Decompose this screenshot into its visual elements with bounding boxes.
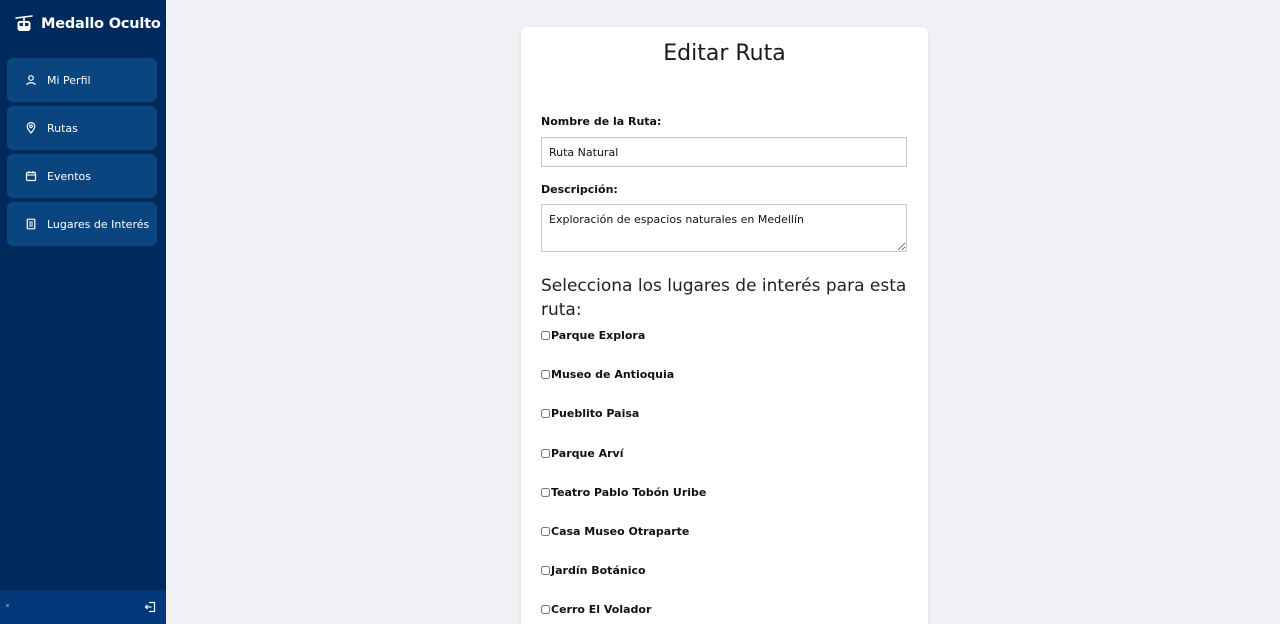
place-label[interactable]: Parque Arví [551, 447, 624, 460]
place-checkbox-teatro-pablo-tobon-uribe[interactable] [541, 487, 550, 497]
place-label[interactable]: Parque Explora [551, 329, 645, 342]
map-pin-icon [25, 122, 37, 134]
place-label[interactable]: Teatro Pablo Tobón Uribe [551, 486, 706, 499]
list-item: Casa Museo Otraparte [541, 521, 908, 560]
sidebar-item-mi-perfil[interactable]: Mi Perfil [7, 58, 157, 102]
app-title: Medallo Oculto [41, 16, 161, 32]
sidebar-footer [0, 590, 166, 624]
place-checkbox-parque-explora[interactable] [541, 331, 550, 340]
sidebar-item-eventos[interactable]: Eventos [7, 154, 157, 198]
sidebar-nav: Mi Perfil Rutas Eventos Lugares de Inter… [0, 48, 166, 246]
app-root: Medallo Oculto Mi Perfil Rutas Eventos L… [0, 0, 1280, 624]
list-item: Museo de Antioquia [541, 364, 908, 403]
cable-car-icon [15, 15, 33, 33]
sidebar-item-rutas[interactable]: Rutas [7, 106, 157, 150]
sidebar-item-label: Eventos [47, 169, 91, 183]
list-item: Pueblito Paisa [541, 403, 908, 442]
brand[interactable]: Medallo Oculto [0, 0, 166, 48]
place-label[interactable]: Museo de Antioquia [551, 368, 674, 381]
place-checkbox-pueblito-paisa[interactable] [541, 409, 550, 419]
user-icon [25, 74, 37, 86]
sidebar-item-label: Lugares de Interés [47, 217, 150, 231]
list-item: Parque Explora [541, 325, 908, 364]
route-name-input[interactable] [541, 137, 907, 167]
list-item: Parque Arví [541, 443, 908, 482]
places-heading: Selecciona los lugares de interés para e… [541, 276, 907, 320]
logout-button[interactable] [144, 601, 156, 613]
place-checkbox-casa-museo-otraparte[interactable] [541, 526, 550, 536]
place-checkbox-cerro-el-volador[interactable] [541, 605, 550, 615]
list-item: Teatro Pablo Tobón Uribe [541, 482, 908, 521]
sidebar-item-label: Mi Perfil [47, 73, 91, 87]
place-label[interactable]: Pueblito Paisa [551, 407, 639, 420]
list-item: Cerro El Volador [541, 599, 908, 624]
route-name-label: Nombre de la Ruta: [541, 115, 662, 128]
places-list: Parque Explora Museo de Antioquia Puebli… [541, 325, 908, 624]
edit-route-card: Editar Ruta Nombre de la Ruta: Descripci… [521, 27, 928, 624]
sidebar: Medallo Oculto Mi Perfil Rutas Eventos L… [0, 0, 166, 624]
place-checkbox-parque-arvi[interactable] [541, 448, 550, 458]
place-checkbox-museo-de-antioquia[interactable] [541, 370, 550, 380]
description-textarea[interactable]: Exploración de espacios naturales en Med… [541, 204, 907, 252]
description-label: Descripción: [541, 183, 618, 196]
calendar-icon [25, 170, 37, 182]
logout-icon [144, 601, 156, 613]
place-label[interactable]: Cerro El Volador [551, 603, 651, 616]
document-icon [25, 218, 37, 230]
footer-dot [6, 604, 9, 607]
place-label[interactable]: Jardín Botánico [551, 564, 646, 577]
list-item: Jardín Botánico [541, 560, 908, 599]
place-checkbox-jardin-botanico[interactable] [541, 566, 550, 576]
sidebar-item-lugares-de-interes[interactable]: Lugares de Interés [7, 202, 157, 246]
sidebar-item-label: Rutas [47, 121, 78, 135]
place-label[interactable]: Casa Museo Otraparte [551, 525, 689, 538]
page-title: Editar Ruta [663, 41, 786, 66]
main-content: Editar Ruta Nombre de la Ruta: Descripci… [166, 0, 1280, 624]
